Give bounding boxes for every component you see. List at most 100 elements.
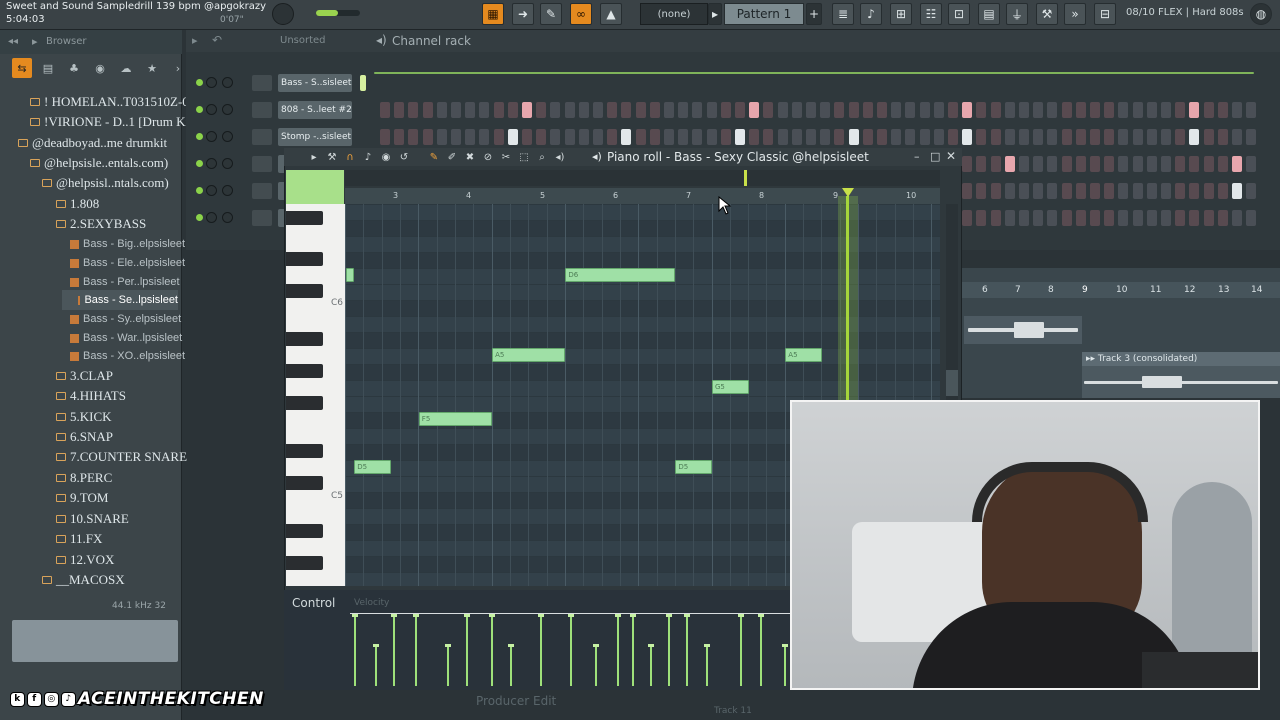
step-button[interactable] xyxy=(1146,129,1157,145)
step-button[interactable] xyxy=(1246,156,1257,172)
step-button[interactable] xyxy=(692,129,703,145)
volume-knob[interactable] xyxy=(222,131,233,142)
browser-arrow-icon[interactable]: ▸ xyxy=(32,35,38,48)
step-button[interactable] xyxy=(735,102,745,118)
tree-folder[interactable]: 4.HIHATS xyxy=(56,386,126,406)
step-button[interactable] xyxy=(1047,102,1058,118)
step-button[interactable] xyxy=(877,102,887,118)
step-button[interactable] xyxy=(465,102,476,118)
velocity-handle[interactable] xyxy=(684,614,690,617)
step-button[interactable] xyxy=(1232,183,1242,199)
step-button[interactable] xyxy=(990,102,1001,118)
step-button[interactable] xyxy=(1004,156,1015,172)
velocity-bar[interactable] xyxy=(617,616,619,686)
velocity-bar[interactable] xyxy=(595,646,597,686)
step-button[interactable] xyxy=(1061,183,1072,199)
step-button[interactable] xyxy=(1033,129,1044,145)
step-button[interactable] xyxy=(607,129,618,145)
step-button[interactable] xyxy=(749,129,760,145)
step-button[interactable] xyxy=(919,102,930,118)
tree-folder[interactable]: ! HOMELAN..T031510Z-001 xyxy=(30,92,202,112)
step-button[interactable] xyxy=(749,102,760,118)
step-button[interactable] xyxy=(834,129,845,145)
step-button[interactable] xyxy=(1118,183,1129,199)
step-button[interactable] xyxy=(1161,210,1171,226)
document-icon[interactable]: ▤ xyxy=(38,58,58,78)
slice-icon[interactable]: ✂ xyxy=(498,150,514,164)
step-button[interactable] xyxy=(1203,129,1214,145)
step-button[interactable] xyxy=(1047,156,1058,172)
step-button[interactable] xyxy=(649,129,660,145)
step-button[interactable] xyxy=(1175,183,1186,199)
step-button[interactable] xyxy=(1232,102,1242,118)
step-button[interactable] xyxy=(1189,156,1200,172)
velocity-handle[interactable] xyxy=(352,614,358,617)
step-button[interactable] xyxy=(664,102,674,118)
step-button[interactable] xyxy=(1090,210,1100,226)
tools-icon[interactable]: ⚒ xyxy=(1036,3,1058,25)
mixer-track-slot[interactable] xyxy=(252,75,272,91)
step-button[interactable] xyxy=(422,129,433,145)
tree-file[interactable]: Bass - Per..lpsisleet xyxy=(70,272,180,292)
channel-led[interactable] xyxy=(196,160,203,167)
step-button[interactable] xyxy=(706,102,717,118)
step-button[interactable] xyxy=(678,102,689,118)
tree-folder[interactable]: @deadboyad..me drumkit xyxy=(18,133,167,153)
step-button[interactable] xyxy=(777,102,788,118)
step-button[interactable] xyxy=(1118,210,1129,226)
velocity-bar[interactable] xyxy=(415,616,417,686)
velocity-bar[interactable] xyxy=(686,616,688,686)
step-button[interactable] xyxy=(791,129,802,145)
volume-knob[interactable] xyxy=(222,77,233,88)
pan-knob[interactable] xyxy=(206,185,217,196)
step-button[interactable] xyxy=(1090,129,1100,145)
velocity-handle[interactable] xyxy=(738,614,744,617)
step-button[interactable] xyxy=(720,102,731,118)
step-button[interactable] xyxy=(1175,156,1186,172)
velocity-bar[interactable] xyxy=(447,646,449,686)
channel-led[interactable] xyxy=(196,214,203,221)
step-button[interactable] xyxy=(635,102,646,118)
step-button[interactable] xyxy=(593,129,603,145)
step-button[interactable] xyxy=(507,129,518,145)
link-icon[interactable]: ∞ xyxy=(570,3,592,25)
pan-knob[interactable] xyxy=(206,131,217,142)
step-button[interactable] xyxy=(990,183,1001,199)
step-button[interactable] xyxy=(905,102,916,118)
step-button[interactable] xyxy=(1061,129,1072,145)
velocity-bar[interactable] xyxy=(510,646,512,686)
pattern-song-icon[interactable]: ▦ xyxy=(482,3,504,25)
step-button[interactable] xyxy=(1004,183,1015,199)
step-button[interactable] xyxy=(1246,183,1257,199)
volume-knob[interactable] xyxy=(222,158,233,169)
tree-file-selected[interactable]: Bass - Se..lpsisleet xyxy=(62,290,178,310)
pan-knob[interactable] xyxy=(206,158,217,169)
pan-knob[interactable] xyxy=(206,104,217,115)
step-button[interactable] xyxy=(1146,183,1157,199)
step-button[interactable] xyxy=(1189,183,1200,199)
volume-knob[interactable] xyxy=(222,212,233,223)
step-button[interactable] xyxy=(380,129,390,145)
step-button[interactable] xyxy=(479,102,490,118)
step-button[interactable] xyxy=(1146,210,1157,226)
step-button[interactable] xyxy=(806,102,816,118)
step-button[interactable] xyxy=(507,102,518,118)
loop-icon[interactable]: ↺ xyxy=(396,150,412,164)
step-button[interactable] xyxy=(1033,210,1044,226)
rack-arrow-icon[interactable]: ▸ xyxy=(192,34,198,47)
add-pattern-icon[interactable]: + xyxy=(806,3,822,25)
step-button[interactable] xyxy=(578,129,589,145)
note-block[interactable]: A5 xyxy=(785,348,822,362)
step-button[interactable] xyxy=(1019,156,1029,172)
step-button[interactable] xyxy=(1090,102,1100,118)
note-block[interactable]: D5 xyxy=(354,460,391,474)
mixer-icon[interactable]: ☷ xyxy=(920,3,942,25)
step-button[interactable] xyxy=(1146,102,1157,118)
step-button[interactable] xyxy=(1189,210,1200,226)
step-button[interactable] xyxy=(891,129,902,145)
audio-clip-consolidated[interactable] xyxy=(1082,366,1280,398)
sync-icon[interactable]: ◉ xyxy=(90,58,110,78)
piano-roll-overview[interactable] xyxy=(345,170,940,186)
step-button[interactable] xyxy=(536,102,547,118)
step-button[interactable] xyxy=(834,102,845,118)
